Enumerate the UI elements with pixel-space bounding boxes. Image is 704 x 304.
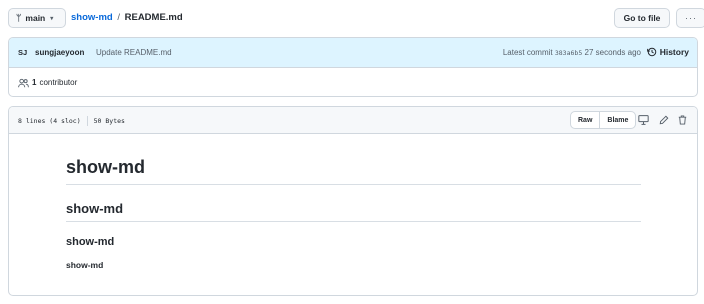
people-icon [18, 78, 29, 87]
file-actions-group: Raw Blame [570, 111, 637, 129]
history-link[interactable]: History [646, 47, 689, 57]
commit-message-link[interactable]: Update README.md [96, 48, 172, 57]
breadcrumb-separator: / [117, 12, 120, 23]
history-icon [646, 47, 656, 57]
file-navigation: ᛘ main ▾ show-md / README.md Go to file … [8, 8, 704, 28]
blame-button[interactable]: Blame [600, 112, 635, 128]
readme-heading-1: show-md [66, 157, 641, 185]
readme-heading-4: show-md [66, 260, 104, 270]
commit-time: 27 seconds ago [584, 48, 642, 57]
branch-select-button[interactable]: ᛘ main ▾ [8, 8, 66, 28]
latest-commit-box: SJ sungjaeyoon Update README.md Latest c… [8, 37, 698, 97]
readme-heading-2: show-md [66, 201, 641, 222]
breadcrumb: show-md / README.md [71, 12, 183, 23]
file-lines: 8 lines (4 sloc) [18, 117, 81, 125]
contributor-label: contributor [39, 78, 78, 87]
chevron-down-icon: ▾ [50, 15, 54, 22]
file-info: 8 lines (4 sloc) 50 Bytes [18, 116, 125, 126]
latest-commit-label: Latest commit [502, 48, 553, 57]
file-info-divider [86, 116, 88, 126]
file-size: 50 Bytes [93, 117, 125, 125]
breadcrumb-repo-link[interactable]: show-md [71, 12, 113, 23]
readme-heading-3: show-md [66, 236, 115, 248]
history-label: History [659, 47, 689, 57]
commit-sha-link[interactable]: 383a6b5 [555, 49, 582, 57]
readme-content: show-md show-md show-md show-md [66, 134, 641, 270]
branch-name: main [25, 13, 46, 23]
contributors-row[interactable]: 1 contributor [9, 68, 697, 96]
raw-button[interactable]: Raw [571, 112, 601, 128]
go-to-file-button[interactable]: Go to file [614, 8, 670, 28]
latest-commit-info: Latest commit 383a6b5 27 seconds ago [503, 48, 641, 57]
desktop-icon[interactable] [638, 115, 649, 127]
more-options-button[interactable]: ··· [676, 8, 704, 28]
avatar[interactable]: SJ [18, 48, 27, 57]
file-header: 8 lines (4 sloc) 50 Bytes Raw Blame [9, 107, 697, 134]
git-branch-icon: ᛘ [16, 13, 22, 23]
breadcrumb-file-name: README.md [124, 12, 183, 23]
file-viewer: 8 lines (4 sloc) 50 Bytes Raw Blame show… [8, 106, 698, 296]
commit-author-link[interactable]: sungjaeyoon [35, 48, 84, 57]
commit-header: SJ sungjaeyoon Update README.md Latest c… [9, 38, 697, 68]
trash-icon[interactable] [678, 115, 687, 127]
pencil-icon[interactable] [659, 115, 669, 127]
contributor-count: 1 [32, 78, 37, 87]
